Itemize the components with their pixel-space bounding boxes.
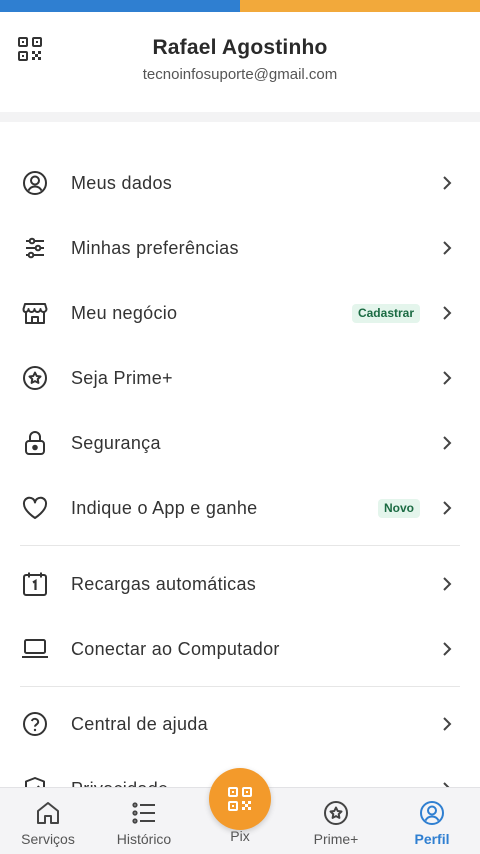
top-bar-orange [240,0,480,12]
menu-item-seguranca[interactable]: Segurança [0,411,480,475]
menu-item-seja-prime[interactable]: Seja Prime+ [0,346,480,410]
menu-item-minhas-preferencias[interactable]: Minhas preferências [0,216,480,280]
nav-servicos[interactable]: Serviços [8,788,88,854]
menu-item-label: Meu negócio [71,302,178,323]
menu-divider [20,686,460,687]
cadastrar-badge: Cadastrar [351,303,420,323]
section-gap [0,112,480,122]
nav-label-pix[interactable]: Pix [200,828,280,844]
menu-item-conectar-computador[interactable]: Conectar ao Computador [0,617,480,681]
store-icon [20,298,50,328]
nav-perfil[interactable]: Perfil [392,788,472,854]
home-icon [34,799,62,827]
shield-icon [20,774,50,787]
menu-item-central-ajuda[interactable]: Central de ajuda [0,692,480,756]
user-name: Rafael Agostinho [152,36,328,59]
menu-item-label: Seja Prime+ [71,367,173,388]
qr-code-icon [228,787,252,811]
nav-label: Perfil [414,831,450,847]
novo-badge: Novo [378,498,420,518]
menu-item-recargas-automaticas[interactable]: Recargas automáticas [0,552,480,616]
menu-item-meus-dados[interactable]: Meus dados [0,151,480,215]
menu-item-meu-negocio[interactable]: Meu negócio Cadastrar [0,281,480,345]
chevron-right-icon [440,639,454,659]
star-circle-icon [322,799,350,827]
user-email: tecnoinfosuporte@gmail.com [142,66,338,83]
menu-item-label: Conectar ao Computador [71,638,280,659]
menu-divider [20,545,460,546]
calendar-icon [20,569,50,599]
user-circle-icon [20,168,50,198]
menu-item-label: Indique o App e ganhe [71,497,258,518]
profile-header: Rafael Agostinho tecnoinfosuporte@gmail.… [0,12,480,112]
chevron-right-icon [440,574,454,594]
sliders-icon [20,233,50,263]
user-circle-icon [418,799,446,827]
chevron-right-icon [440,714,454,734]
chevron-right-icon [440,173,454,193]
menu-item-label: Privacidade [71,779,168,788]
chevron-right-icon [440,238,454,258]
nav-label: Histórico [116,831,172,847]
menu-item-label: Minhas preferências [71,237,239,258]
nav-label: Prime+ [313,831,359,847]
chevron-right-icon [440,498,454,518]
menu-item-label: Recargas automáticas [71,573,257,594]
top-bar-blue [0,0,240,12]
nav-historico[interactable]: Histórico [104,788,184,854]
lock-icon [20,428,50,458]
nav-label: Serviços [21,831,75,847]
menu-item-label: Segurança [71,432,161,453]
laptop-icon [20,634,50,664]
star-circle-icon [20,363,50,393]
profile-menu[interactable]: Meus dados Minhas preferências Meu negóc… [0,122,480,787]
top-gradient-bar [0,0,480,12]
chevron-right-icon [440,779,454,787]
nav-prime[interactable]: Prime+ [296,788,376,854]
heart-icon [20,493,50,523]
menu-item-label: Meus dados [71,172,173,193]
list-icon [130,799,158,827]
pix-button[interactable] [209,768,271,830]
menu-item-label: Central de ajuda [71,713,208,734]
chevron-right-icon [440,303,454,323]
chevron-right-icon [440,433,454,453]
chevron-right-icon [440,368,454,388]
menu-item-indique-app[interactable]: Indique o App e ganhe Novo [0,476,480,540]
help-circle-icon [20,709,50,739]
